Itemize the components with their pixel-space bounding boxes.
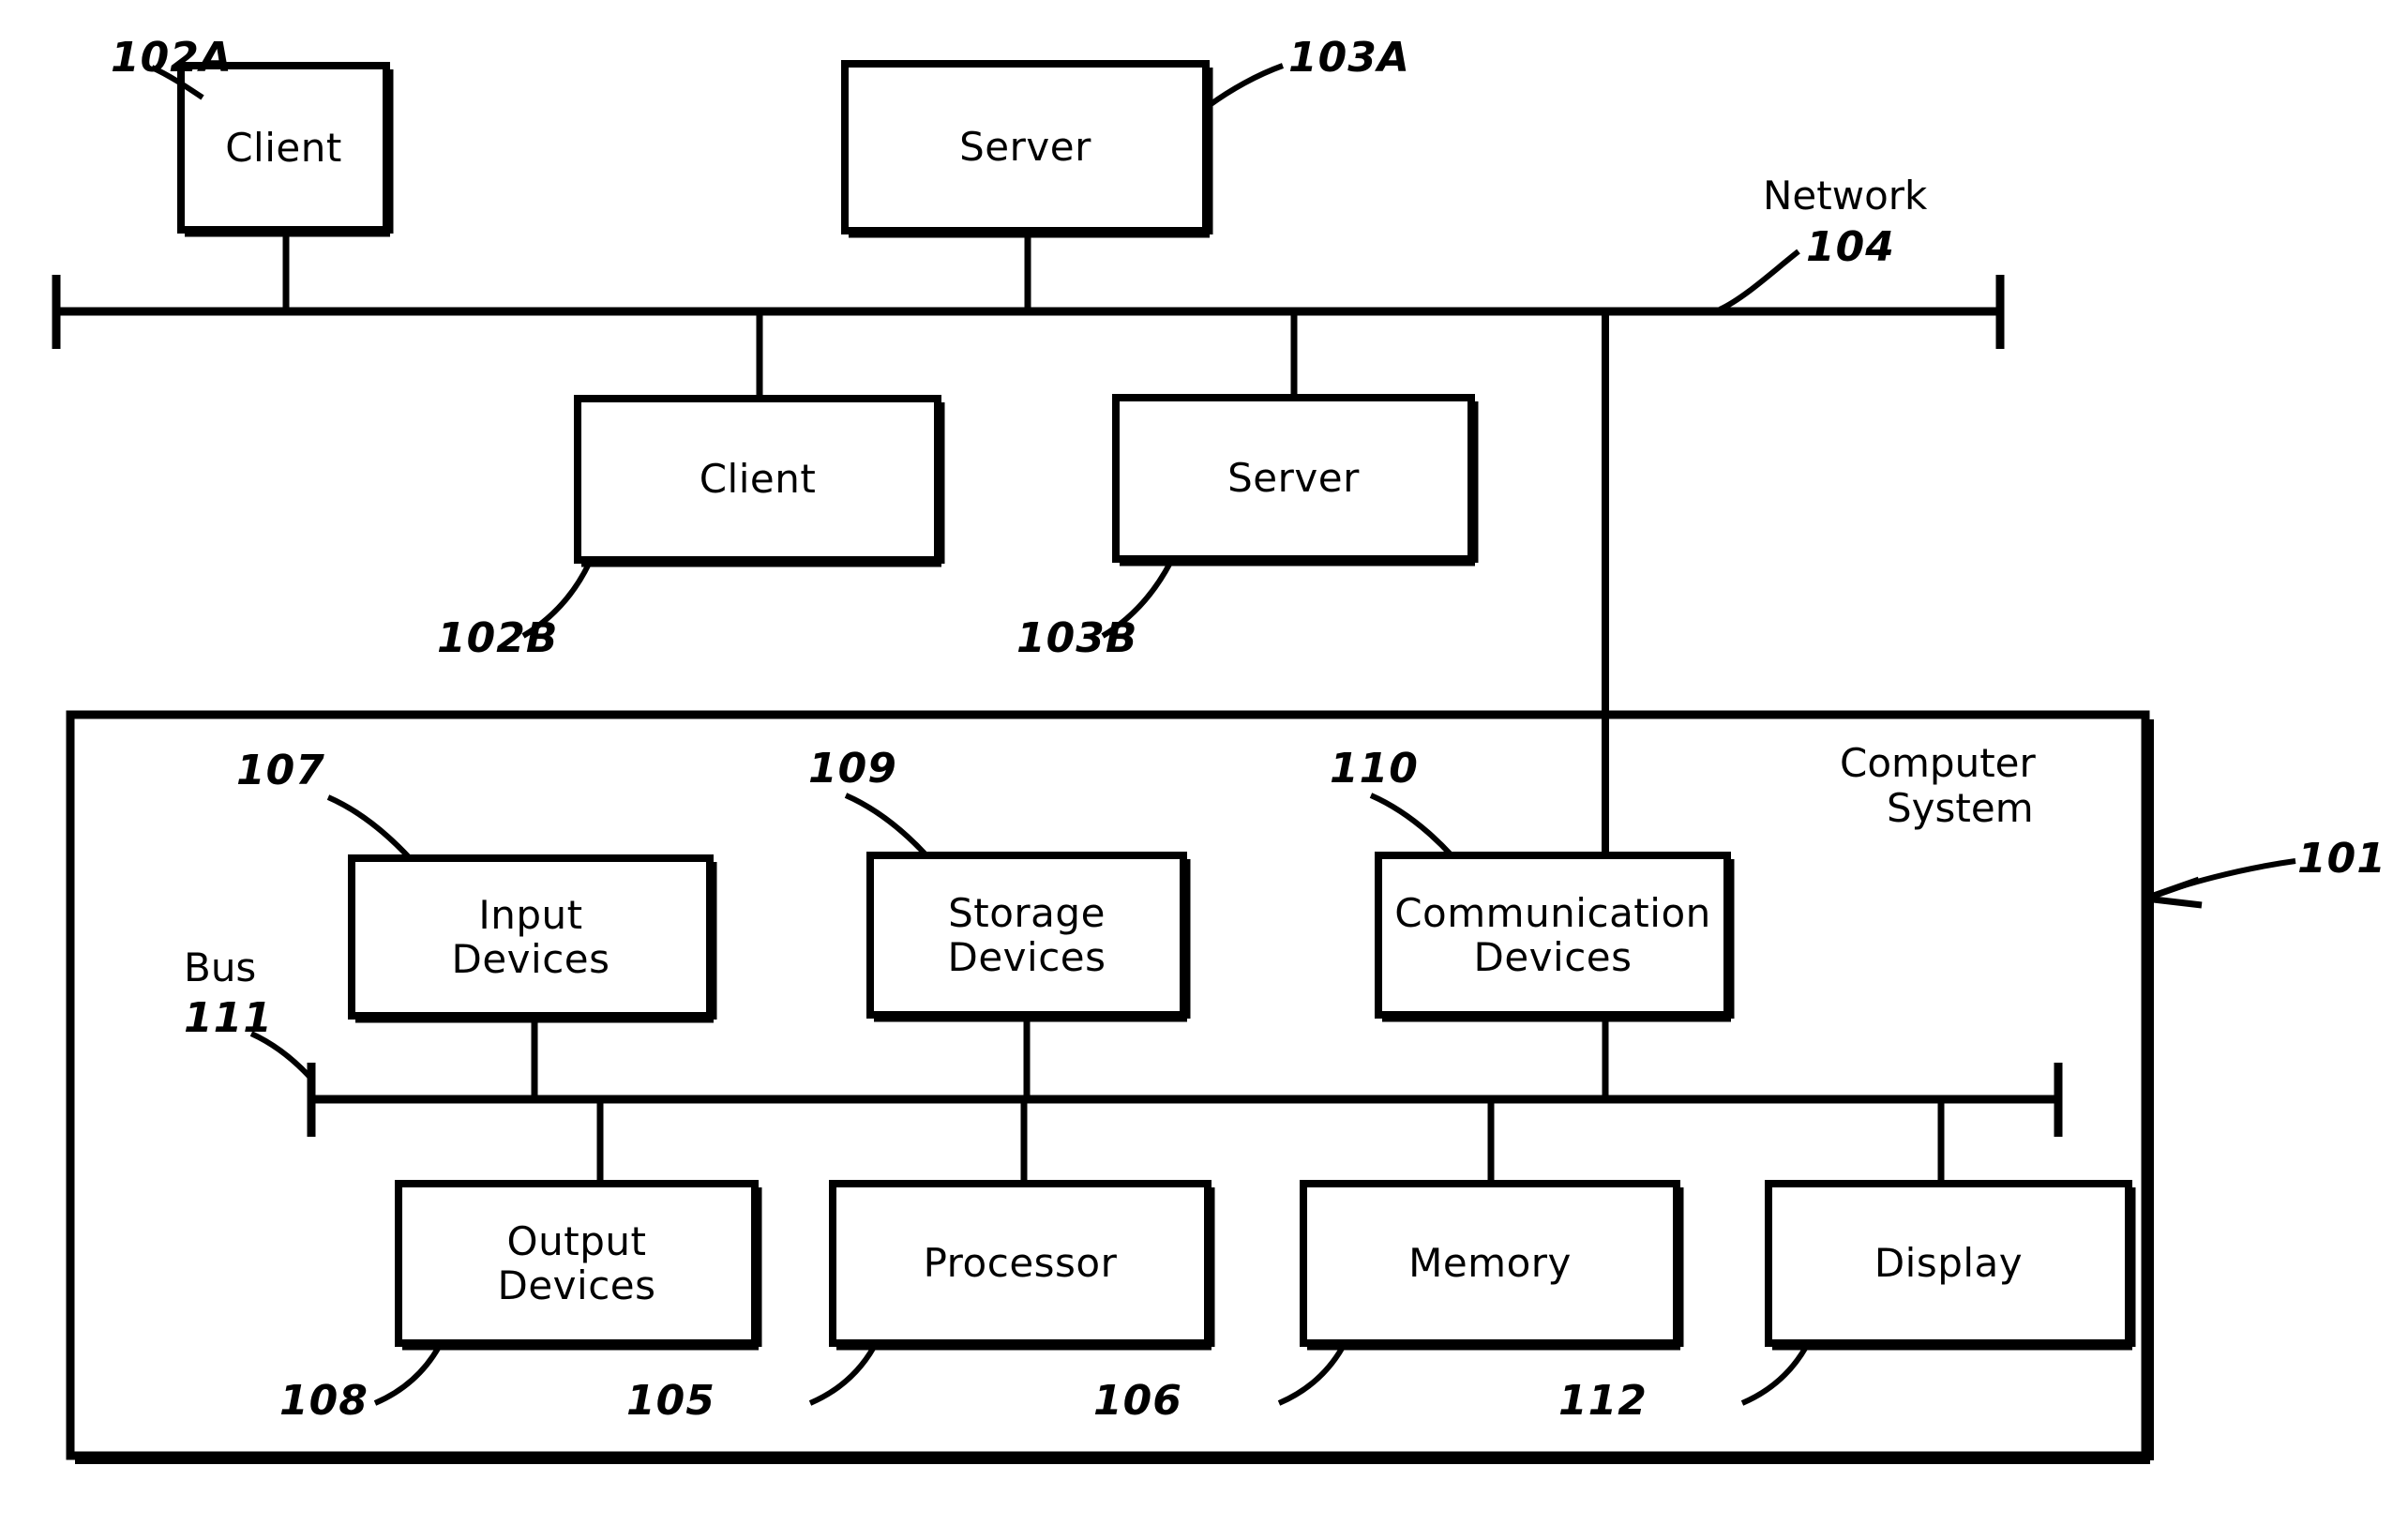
leader-105: [808, 1345, 877, 1406]
patent-figure: Client Server Client Server 102A 103A 10…: [0, 0, 2408, 1526]
ref-103a: 103A: [1288, 34, 1410, 82]
leader-107: [326, 794, 413, 861]
box-communication-devices: [1375, 852, 1731, 1019]
ref-104: 104: [1806, 223, 1895, 271]
ref-110: 110: [1330, 745, 1419, 793]
box-display: [1765, 1180, 2132, 1347]
ref-101: 101: [2297, 835, 2386, 883]
computer-system-label-line1: Computer: [1840, 740, 2036, 786]
box-memory: [1300, 1180, 1680, 1347]
box-server-103b: [1112, 394, 1475, 563]
computer-system-label-line2: System: [1887, 785, 2034, 831]
diagram-canvas: [52, 60, 2296, 1464]
leader-104: [1718, 249, 1800, 312]
ref-102a: 102A: [111, 34, 233, 82]
box-client-102b: [574, 395, 941, 564]
network-label: Network: [1763, 173, 1928, 219]
box-storage-devices: [866, 852, 1187, 1019]
box-server-103a: [841, 60, 1210, 234]
leader-103a: [1208, 63, 1285, 108]
ref-102b: 102B: [437, 614, 559, 662]
box-processor: [829, 1180, 1212, 1347]
ref-109: 109: [808, 745, 897, 793]
leader-109: [844, 793, 929, 858]
leader-106: [1277, 1345, 1346, 1406]
ref-103b: 103B: [1016, 614, 1138, 662]
ref-106: 106: [1093, 1377, 1182, 1425]
ref-112: 112: [1558, 1377, 1648, 1425]
box-output-devices: [395, 1180, 759, 1347]
ref-111: 111: [184, 994, 273, 1042]
leader-112: [1740, 1345, 1809, 1406]
ref-107: 107: [236, 747, 325, 794]
box-client-102a: [177, 62, 390, 234]
ref-108: 108: [279, 1377, 369, 1425]
leader-108: [373, 1345, 442, 1406]
box-input-devices: [348, 854, 714, 1020]
bus-label: Bus: [184, 944, 257, 990]
ref-105: 105: [626, 1377, 715, 1425]
leader-110: [1369, 793, 1454, 858]
